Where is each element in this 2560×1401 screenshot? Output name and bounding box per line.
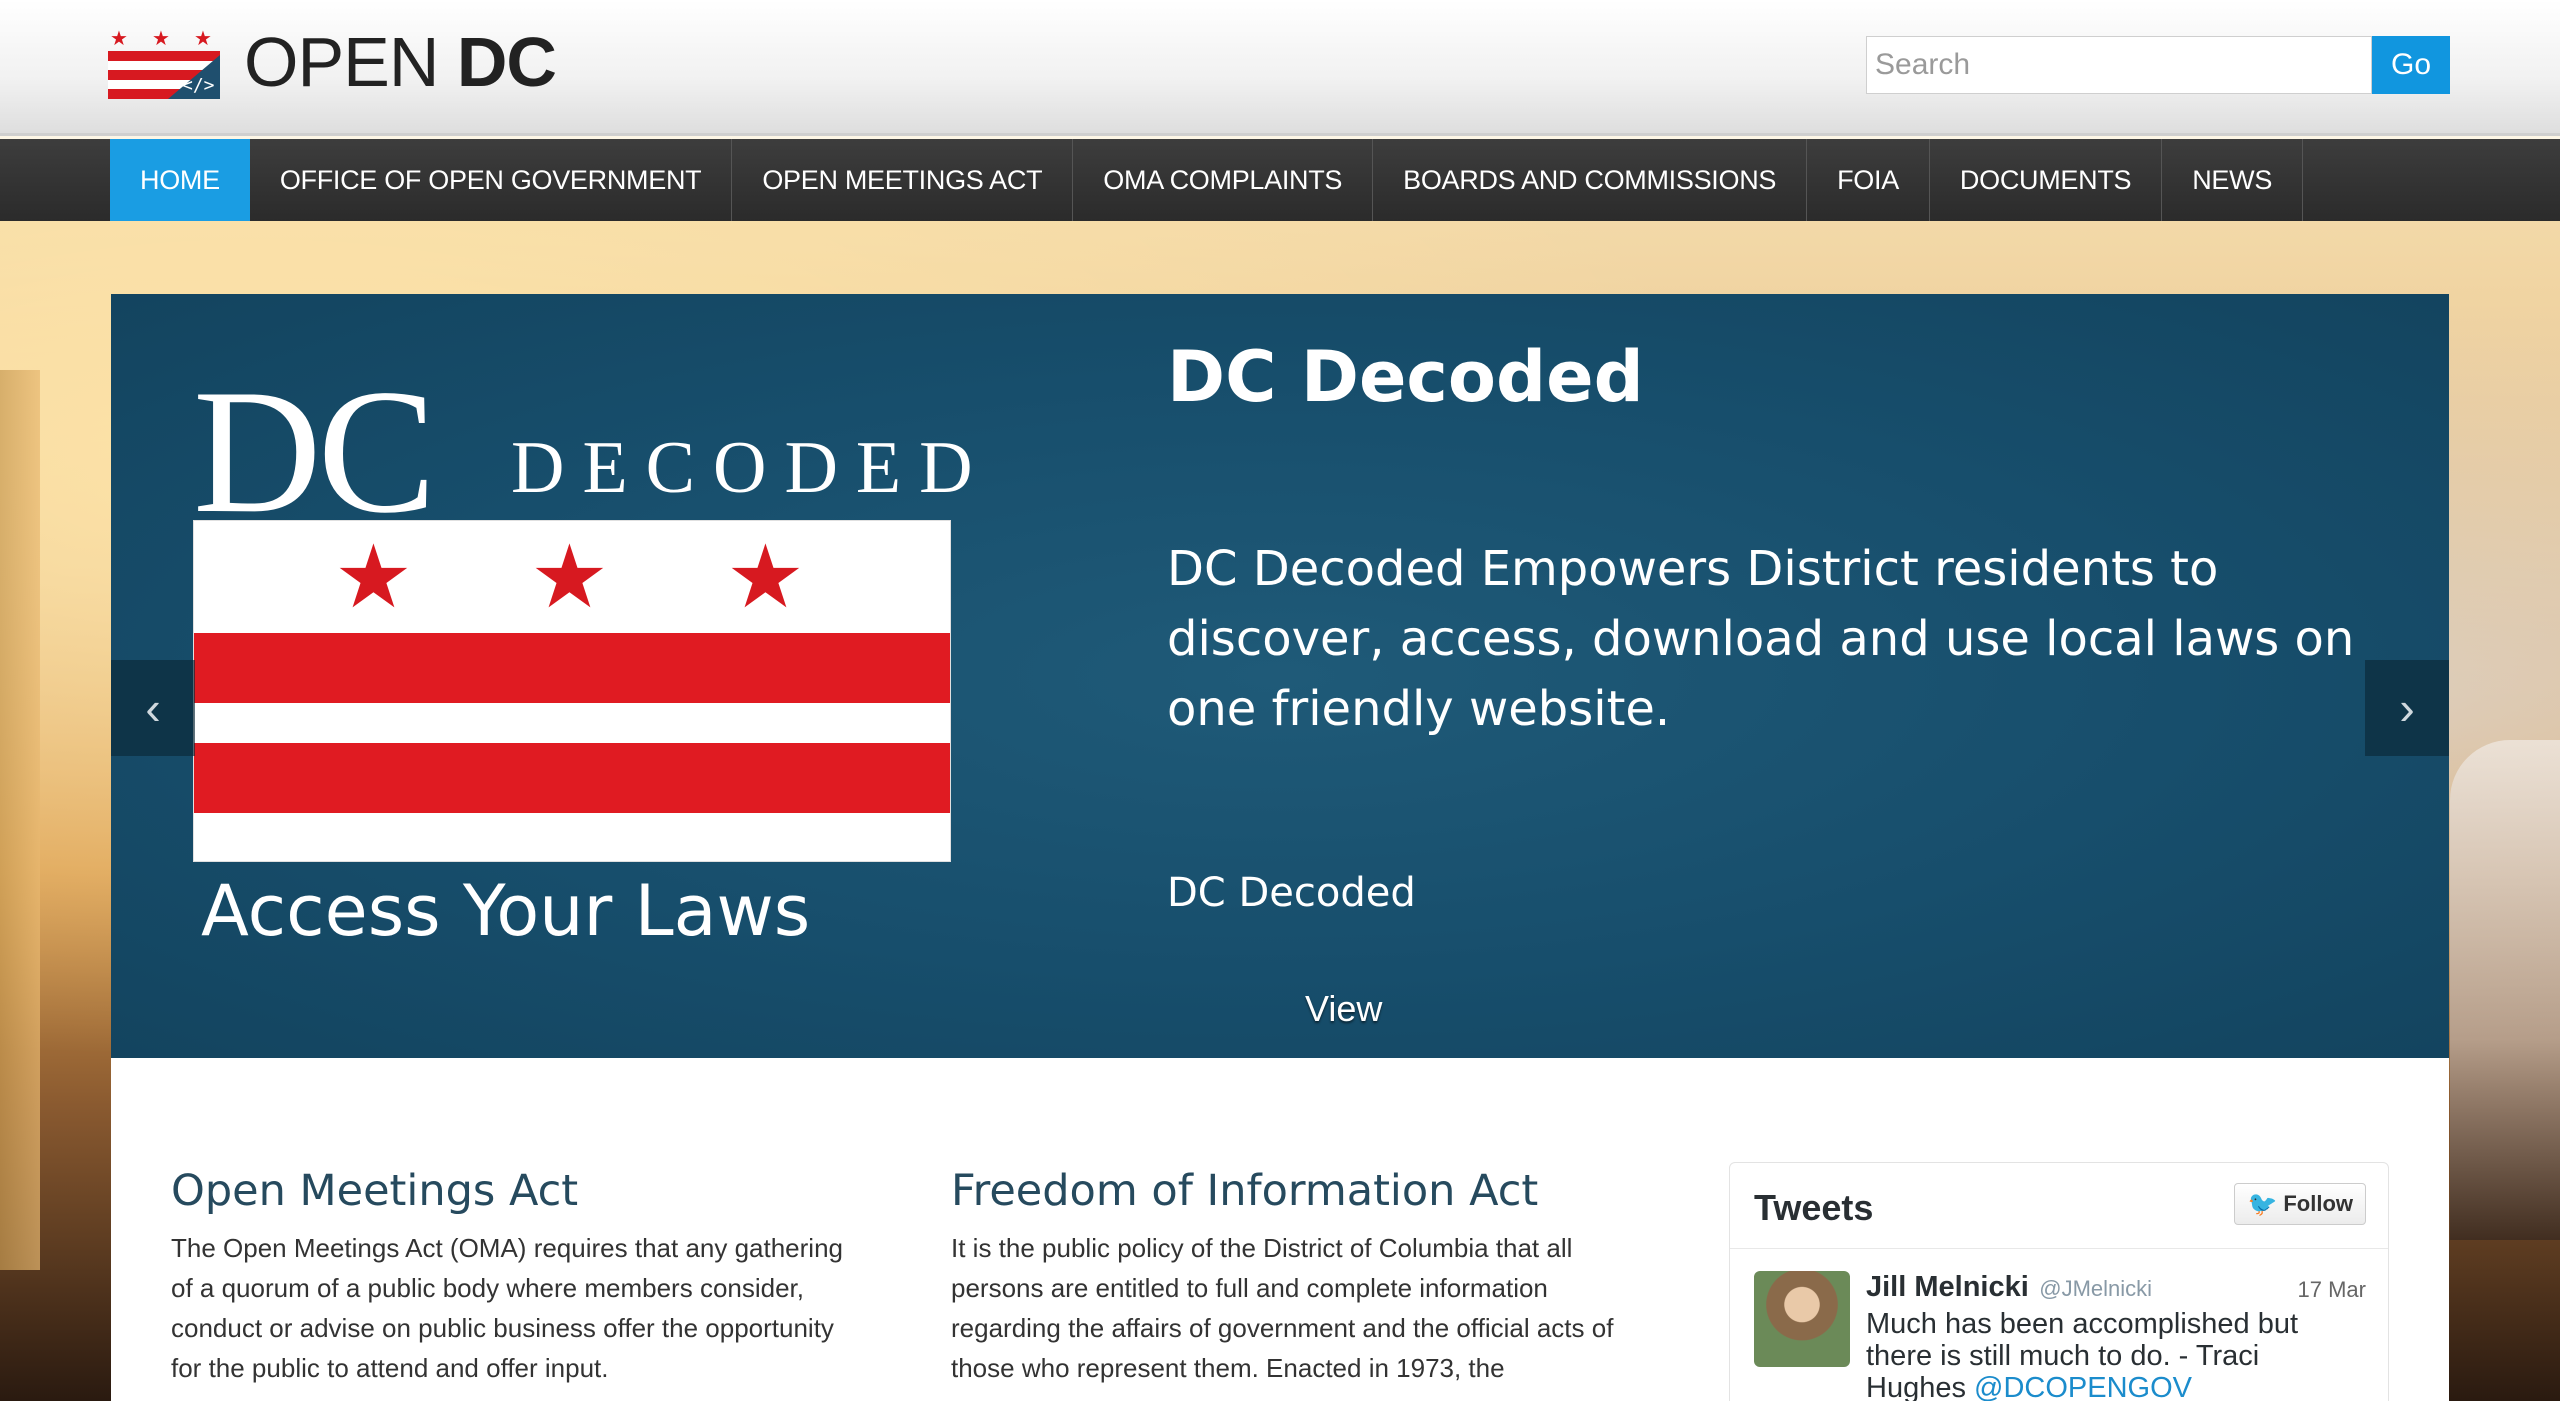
carousel-next-button[interactable]: ›: [2365, 660, 2449, 756]
svg-text:</>: </>: [182, 75, 215, 96]
svg-text:★: ★: [152, 28, 170, 50]
site-name-dc: DC: [456, 23, 557, 101]
dc-decoded-logo: DC DECODED ★ ★ ★ Access Your Laws: [193, 362, 993, 962]
site-logo[interactable]: </> ★ ★ ★ OPEN DC: [108, 22, 557, 102]
hero-logo-dc: DC: [193, 352, 436, 550]
section-title[interactable]: Open Meetings Act: [171, 1166, 871, 1216]
nav-item-news[interactable]: NEWS: [2162, 139, 2304, 221]
tweet-author-handle[interactable]: @JMelnicki: [2039, 1276, 2152, 1301]
follow-label: Follow: [2283, 1191, 2353, 1216]
hero-title: DC Decoded: [1167, 336, 1644, 418]
hero-subtitle: DC Decoded: [1167, 870, 1416, 916]
chevron-left-icon: ‹: [145, 682, 161, 734]
tweet-author-name[interactable]: Jill Melnicki: [1866, 1271, 2029, 1303]
nav-item-foia[interactable]: FOIA: [1807, 139, 1930, 221]
chevron-right-icon: ›: [2399, 682, 2415, 734]
section-foia: Freedom of Information Act It is the pub…: [951, 1166, 1651, 1388]
background-monument: [0, 370, 40, 1270]
tweet-meta: Jill Melnicki @JMelnicki 17 Mar Much has…: [1866, 1271, 2366, 1401]
search-input[interactable]: [1866, 36, 2372, 94]
flag-star-icon: ★: [726, 527, 805, 626]
hero-carousel: DC DECODED ★ ★ ★ Access Your Laws DC Dec…: [111, 294, 2449, 1058]
hero-tagline: Access Your Laws: [201, 870, 811, 952]
flag-star-icon: ★: [530, 527, 609, 626]
hero-view-link[interactable]: View: [1305, 988, 1382, 1030]
section-body: The Open Meetings Act (OMA) requires tha…: [171, 1233, 844, 1383]
svg-text:★: ★: [194, 28, 212, 50]
twitter-widget-header: Tweets 🐦 Follow: [1730, 1163, 2388, 1249]
svg-text:★: ★: [110, 28, 128, 50]
search-go-button[interactable]: Go: [2372, 36, 2450, 94]
avatar[interactable]: [1754, 1271, 1850, 1367]
nav-item-documents[interactable]: DOCUMENTS: [1930, 139, 2163, 221]
tweet-date[interactable]: 17 Mar: [2298, 1277, 2366, 1303]
nav-item-office-of-open-government[interactable]: OFFICE OF OPEN GOVERNMENT: [250, 139, 733, 221]
main-nav: HOME OFFICE OF OPEN GOVERNMENT OPEN MEET…: [0, 139, 2560, 221]
main-content: Open Meetings Act The Open Meetings Act …: [111, 1058, 2449, 1401]
background-dome: [2450, 740, 2560, 1240]
nav-item-boards-and-commissions[interactable]: BOARDS AND COMMISSIONS: [1373, 139, 1808, 221]
twitter-bird-icon: 🐦: [2247, 1190, 2278, 1218]
section-title[interactable]: Freedom of Information Act: [951, 1166, 1651, 1216]
flag-star-icon: ★: [334, 527, 413, 626]
hero-description: DC Decoded Empowers District residents t…: [1167, 541, 2355, 737]
site-header: </> ★ ★ ★ OPEN DC Go: [0, 0, 2560, 136]
flag-stripe: [194, 633, 950, 703]
flag-stripe: [194, 743, 950, 813]
dc-flag-code-icon: </> ★ ★ ★: [108, 25, 220, 99]
tweet-text: Much has been accomplished but there is …: [1866, 1308, 2366, 1401]
site-name: OPEN DC: [244, 22, 557, 102]
carousel-prev-button[interactable]: ‹: [111, 660, 195, 756]
hero-logo-decoded: DECODED: [511, 427, 991, 509]
site-name-open: OPEN: [244, 23, 439, 101]
nav-item-oma-complaints[interactable]: OMA COMPLAINTS: [1073, 139, 1374, 221]
section-open-meetings-act: Open Meetings Act The Open Meetings Act …: [171, 1166, 871, 1388]
section-body: It is the public policy of the District …: [951, 1233, 1614, 1383]
tweet-mention-link[interactable]: @DCOPENGOV: [1974, 1372, 2192, 1401]
nav-item-open-meetings-act[interactable]: OPEN MEETINGS ACT: [732, 139, 1074, 221]
nav-item-home[interactable]: HOME: [110, 139, 250, 221]
twitter-widget-title: Tweets: [1754, 1187, 1874, 1228]
twitter-widget: Tweets 🐦 Follow Jill Melnicki @JMelnicki…: [1729, 1162, 2389, 1401]
dc-flag-image: ★ ★ ★: [193, 520, 951, 862]
twitter-follow-button[interactable]: 🐦 Follow: [2234, 1183, 2366, 1225]
